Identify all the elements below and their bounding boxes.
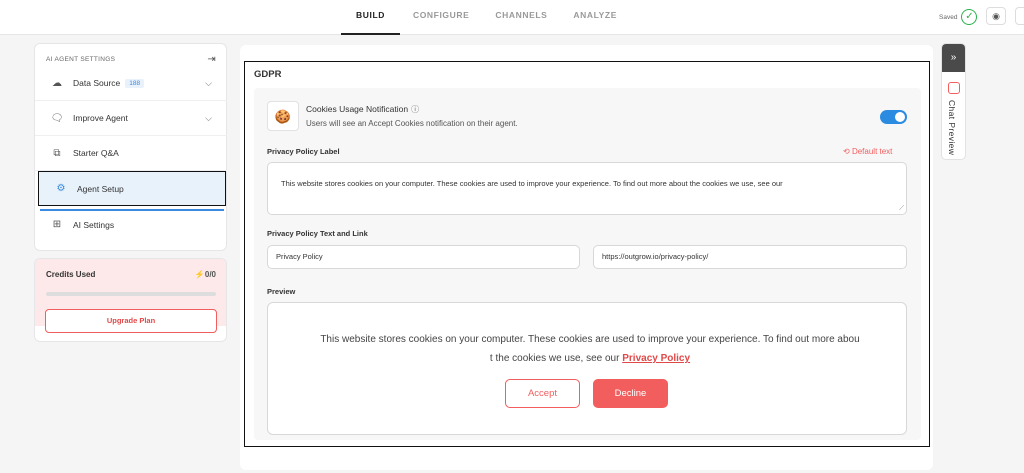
collapse-sidebar-icon[interactable]: ⇥ (207, 54, 216, 65)
sidebar-item-label: Improve Agent (73, 113, 128, 123)
privacy-policy-label-value: This website stores cookies on your comp… (281, 179, 783, 188)
bolt-icon: ⚡ (194, 270, 205, 279)
privacy-policy-text-link-title: Privacy Policy Text and Link (267, 229, 368, 238)
info-icon[interactable]: ⓘ (411, 105, 419, 114)
cookies-notification-title: Cookies Usage Notification ⓘ (306, 104, 419, 115)
sidebar-item-data-source[interactable]: ☁ Data Source 188 ⌵ (35, 66, 227, 101)
chat-preview-label: Chat Preview (947, 100, 957, 156)
chevron-down-icon: ⌵ (205, 77, 212, 88)
sidebar-item-agent-setup[interactable]: ⚙ Agent Setup (38, 171, 226, 206)
more-button[interactable] (1015, 7, 1024, 25)
preview-accept-button[interactable]: Accept (505, 379, 580, 408)
sidebar-item-improve-agent[interactable]: 🗨 Improve Agent ⌵ (35, 101, 227, 136)
qa-icon: ⧉ (53, 147, 61, 159)
gear-icon: ⚙ (56, 183, 66, 194)
credits-progress-bar (46, 292, 216, 296)
main-tabs: BUILD CONFIGURE CHANNELS ANALYZE (341, 0, 630, 35)
default-text-link[interactable]: ⟲ Default text (843, 147, 892, 156)
preview-privacy-policy-link[interactable]: Privacy Policy (622, 353, 690, 364)
sidebar-item-label: Agent Setup (77, 183, 124, 194)
preview-text-line-1: This website stores cookies on your comp… (320, 334, 860, 345)
cookies-notification-subtitle: Users will see an Accept Cookies notific… (306, 119, 518, 128)
preview-title: Preview (267, 287, 296, 296)
cookie-banner-preview (267, 302, 907, 435)
credits-count: ⚡0/0 (195, 270, 216, 279)
tab-build[interactable]: BUILD (341, 0, 400, 35)
cloud-icon: ☁ (52, 77, 62, 89)
settings-sidebar: AI AGENT SETTINGS ⇥ ☁ Data Source 188 ⌵ … (34, 43, 227, 251)
data-source-count-badge: 188 (125, 78, 145, 88)
sidebar-item-ai-settings[interactable]: ⊞ AI Settings (35, 207, 227, 242)
resize-handle-icon[interactable]: ⟋ (899, 205, 904, 213)
tab-analyze[interactable]: ANALYZE (560, 0, 630, 35)
sidebar-title: AI AGENT SETTINGS (46, 56, 116, 63)
sidebar-item-label: Data Source (73, 78, 121, 88)
ai-settings-icon: ⊞ (52, 219, 62, 230)
privacy-policy-text-input[interactable]: Privacy Policy (267, 245, 580, 269)
preview-text-line-2: t the cookies we use, see our Privacy Po… (300, 349, 880, 368)
preview-text-line-2-text: t the cookies we use, see our (489, 353, 620, 364)
chat-bubble-icon: 🗨 (50, 112, 64, 124)
sidebar-item-label: AI Settings (73, 219, 115, 230)
privacy-policy-url-input[interactable]: https://outgrow.io/privacy-policy/ (593, 245, 907, 269)
default-text-label: Default text (851, 147, 893, 156)
preview-banner-text: This website stores cookies on your comp… (300, 330, 880, 368)
cookie-icon: 🍪 (267, 101, 299, 131)
eye-icon: ◉ (992, 11, 1000, 21)
credits-card: Credits Used ⚡0/0 Upgrade Plan (34, 258, 227, 342)
tab-channels[interactable]: CHANNELS (482, 0, 560, 35)
privacy-policy-label-textarea[interactable]: This website stores cookies on your comp… (267, 162, 907, 215)
upgrade-plan-button[interactable]: Upgrade Plan (45, 309, 217, 333)
chat-preview-icon (948, 82, 960, 94)
top-bar: BUILD CONFIGURE CHANNELS ANALYZE Saved ✓… (0, 0, 1024, 35)
credits-count-value: 0/0 (204, 270, 216, 279)
sidebar-item-starter-qa[interactable]: ⧉ Starter Q&A (35, 136, 227, 171)
reset-icon: ⟲ (843, 147, 850, 156)
expand-chevrons-icon[interactable]: » (942, 44, 965, 72)
tab-configure[interactable]: CONFIGURE (400, 0, 482, 35)
chevron-down-icon: ⌵ (205, 112, 212, 123)
saved-status: Saved ✓ (939, 9, 978, 25)
privacy-policy-label-title: Privacy Policy Label (267, 147, 340, 156)
check-circle-icon: ✓ (961, 9, 978, 25)
cookies-notification-label: Cookies Usage Notification (306, 104, 409, 114)
chat-preview-tab[interactable]: » Chat Preview (941, 43, 966, 160)
toggle-knob (895, 112, 905, 122)
sidebar-item-label: Starter Q&A (73, 148, 119, 158)
cookies-notification-toggle[interactable] (880, 110, 907, 124)
preview-eye-button[interactable]: ◉ (986, 7, 1006, 25)
preview-decline-button[interactable]: Decline (593, 379, 668, 408)
gdpr-title: GDPR (254, 69, 282, 80)
saved-label: Saved (939, 13, 958, 21)
credits-title: Credits Used (46, 270, 96, 279)
